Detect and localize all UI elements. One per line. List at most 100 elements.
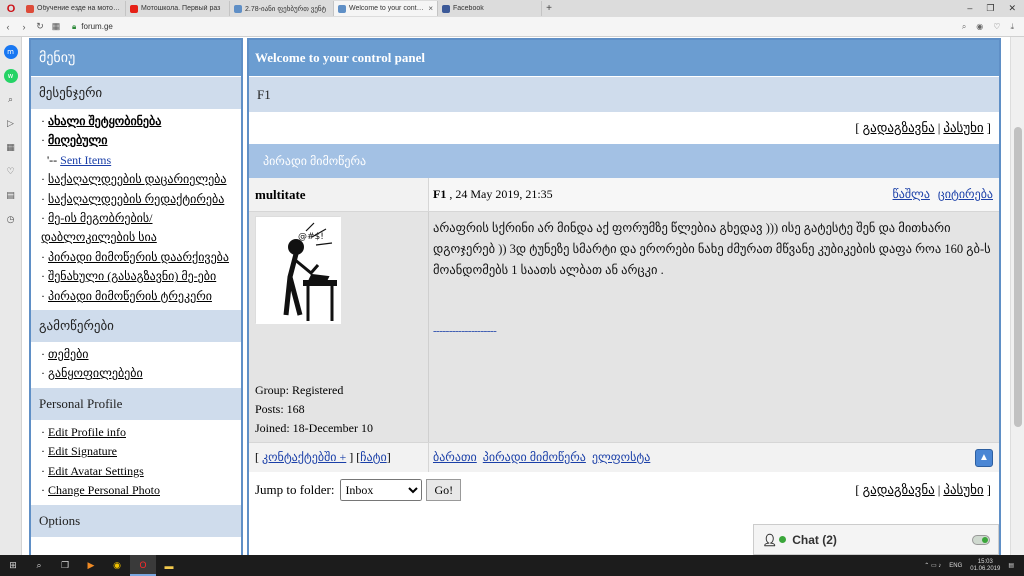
search-icon[interactable]: ⌕: [962, 22, 966, 32]
url-text[interactable]: forum.ge: [81, 22, 113, 31]
chat-count: (2): [822, 532, 837, 547]
folder-select[interactable]: Inbox: [340, 479, 423, 501]
opera-logo-icon[interactable]: O: [0, 0, 22, 17]
post-footer: [ კონტაქტებში + ] [ჩატი] ბარათი პირადი მ…: [249, 442, 999, 472]
post-header: multitate F1 , 24 May 2019, 21:35 წაშლა …: [249, 178, 999, 212]
saved-pm-link[interactable]: შენახული (გასაგზავნი) მე-ები: [48, 269, 216, 283]
email-link[interactable]: ელფოსტა: [592, 450, 650, 465]
download-icon[interactable]: ⤓: [1010, 22, 1014, 32]
post-meta: F1 , 24 May 2019, 21:35 წაშლა ციტირება: [429, 178, 999, 211]
sent-items-link[interactable]: Sent Items: [60, 153, 111, 167]
users-icon: 👤︎: [762, 532, 778, 547]
chrome-icon[interactable]: ◉: [104, 555, 130, 576]
bottom-actions: [გადაგზავნა | პასუხი]: [855, 482, 991, 497]
delete-link[interactable]: წაშლა: [893, 187, 930, 202]
page-title: Welcome to your control panel: [249, 40, 999, 76]
minimize-icon[interactable]: –: [967, 3, 972, 14]
forward-link-bottom[interactable]: გადაგზავნა: [863, 482, 935, 497]
camera-icon[interactable]: ◉: [976, 22, 983, 32]
heart-icon[interactable]: ♡: [993, 22, 1000, 32]
section-options: Options: [31, 503, 241, 537]
tab-label: 2.78-იანი ფეხბურთ ვენტ: [245, 5, 327, 13]
chat-widget[interactable]: 👤︎ Chat (2): [753, 524, 999, 555]
browser-tab[interactable]: Обучение езде на мотоцик: [22, 1, 126, 16]
bookmarks-icon[interactable]: ♡: [4, 165, 18, 179]
news-icon[interactable]: ▤: [4, 189, 18, 203]
user-joined: Joined: 18-December 10: [255, 421, 373, 435]
browser-tab-bar: O Обучение езде на мотоцик Мотошкола. Пе…: [0, 0, 1024, 17]
close-window-icon[interactable]: ✕: [1008, 3, 1016, 14]
chat-label: Chat: [792, 532, 819, 547]
send-icon[interactable]: ▷: [4, 117, 18, 131]
whatsapp-icon[interactable]: w: [3, 69, 18, 83]
go-button[interactable]: Go!: [426, 479, 462, 501]
profile-card-link[interactable]: ბარათი: [433, 450, 477, 465]
browser-sidebar: m w ⌕ ▷ ▦ ♡ ▤ ◷: [0, 37, 22, 555]
search-icon[interactable]: ⌕: [4, 93, 18, 107]
topics-link[interactable]: თემები: [48, 347, 89, 361]
reply-link-bottom[interactable]: პასუხი: [943, 482, 983, 497]
browser-tab[interactable]: Facebook: [438, 1, 542, 16]
reload-icon[interactable]: ↻: [32, 21, 48, 32]
app-icon[interactable]: ▶: [78, 555, 104, 576]
post-author[interactable]: multitate: [249, 178, 429, 211]
opera-icon[interactable]: O: [130, 555, 156, 576]
browser-tab-active[interactable]: Welcome to your control pa×: [334, 1, 438, 16]
reply-link[interactable]: პასუხი: [943, 120, 983, 136]
forum-favicon-icon: [338, 4, 346, 13]
user-posts: Posts: 168: [255, 402, 305, 416]
back-icon[interactable]: ‹: [0, 22, 16, 32]
chat-link[interactable]: ჩატი: [360, 450, 386, 465]
file-explorer-icon[interactable]: ▬: [156, 555, 182, 576]
forward-icon[interactable]: ›: [16, 22, 32, 32]
edit-avatar-link[interactable]: Edit Avatar Settings: [48, 464, 144, 478]
change-photo-link[interactable]: Change Personal Photo: [48, 483, 160, 497]
messenger-list: · ახალი შეტყობინება · მიღებული '-- Sent …: [41, 114, 229, 303]
clock-time: 15:03: [977, 558, 993, 565]
close-tab-icon[interactable]: ×: [428, 4, 433, 13]
messenger-icon[interactable]: m: [3, 45, 18, 59]
inbox-link[interactable]: მიღებული: [48, 133, 107, 147]
notifications-icon[interactable]: ▤: [1008, 562, 1014, 569]
browser-tab[interactable]: Мотошкола. Первый раз: [126, 1, 230, 16]
language-indicator[interactable]: ENG: [949, 563, 962, 569]
archive-pm-link[interactable]: პირადი მიმოწერის დაარქივება: [48, 250, 229, 264]
post-body: @#$! Group: Registered Posts: 168 Joined…: [249, 212, 999, 442]
svg-text:@#$!: @#$!: [298, 232, 324, 242]
edit-folders-link[interactable]: საქაღალდეების რედაქტირება: [48, 192, 224, 206]
buddy-list-link[interactable]: მე-ის მეგობრების/: [48, 211, 153, 225]
tab-label: Facebook: [453, 5, 484, 12]
edit-signature-link[interactable]: Edit Signature: [48, 444, 117, 458]
tray-icons[interactable]: ⌃ ▭ ♪: [924, 562, 941, 569]
send-pm-link[interactable]: პირადი მიმოწერა: [483, 450, 586, 465]
speed-dial-icon[interactable]: ▦: [48, 21, 64, 32]
pm-tracker-link[interactable]: პირადი მიმოწერის ტრეკერი: [48, 289, 212, 303]
add-contact-link[interactable]: კონტაქტებში +: [262, 450, 346, 465]
edit-profile-link[interactable]: Edit Profile info: [48, 425, 126, 439]
section-personal-profile: Personal Profile: [31, 386, 241, 420]
search-icon[interactable]: ⌕: [26, 555, 52, 576]
chat-toggle[interactable]: [972, 534, 990, 545]
quote-link[interactable]: ციტირება: [938, 187, 993, 202]
forward-link[interactable]: გადაგზავნა: [863, 120, 935, 136]
avatar: @#$!: [255, 216, 341, 324]
clock[interactable]: 15:03 01.06.2019: [970, 559, 1000, 573]
page-scrollbar[interactable]: [1010, 37, 1024, 555]
speed-dial-icon[interactable]: ▦: [4, 141, 18, 155]
block-list-link[interactable]: დაბლოკილების სია: [41, 230, 157, 244]
forums-link[interactable]: განყოფილებები: [48, 366, 143, 380]
browser-tab[interactable]: 2.78-იანი ფეხბურთ ვენტ: [230, 1, 334, 16]
new-tab-icon[interactable]: +: [542, 3, 556, 14]
new-message-link[interactable]: ახალი შეტყობინება: [48, 114, 161, 128]
empty-folders-link[interactable]: საქაღალდეების დაცარიელება: [48, 172, 227, 186]
taskbar: ⊞ ⌕ ❐ ▶ ◉ O ▬ ⌃ ▭ ♪ ENG 15:03 01.06.2019…: [0, 555, 1024, 576]
scroll-top-icon[interactable]: ▲: [975, 448, 993, 467]
task-view-icon[interactable]: ❐: [52, 555, 78, 576]
scroll-thumb[interactable]: [1014, 127, 1022, 427]
windows-start-icon[interactable]: ⊞: [0, 555, 26, 576]
forum-favicon-icon: [234, 4, 242, 13]
maximize-icon[interactable]: ❐: [986, 3, 994, 14]
url-field[interactable]: 🔒︎ forum.ge: [72, 22, 113, 32]
tab-label: Welcome to your control pa: [349, 5, 425, 12]
history-icon[interactable]: ◷: [4, 213, 18, 227]
